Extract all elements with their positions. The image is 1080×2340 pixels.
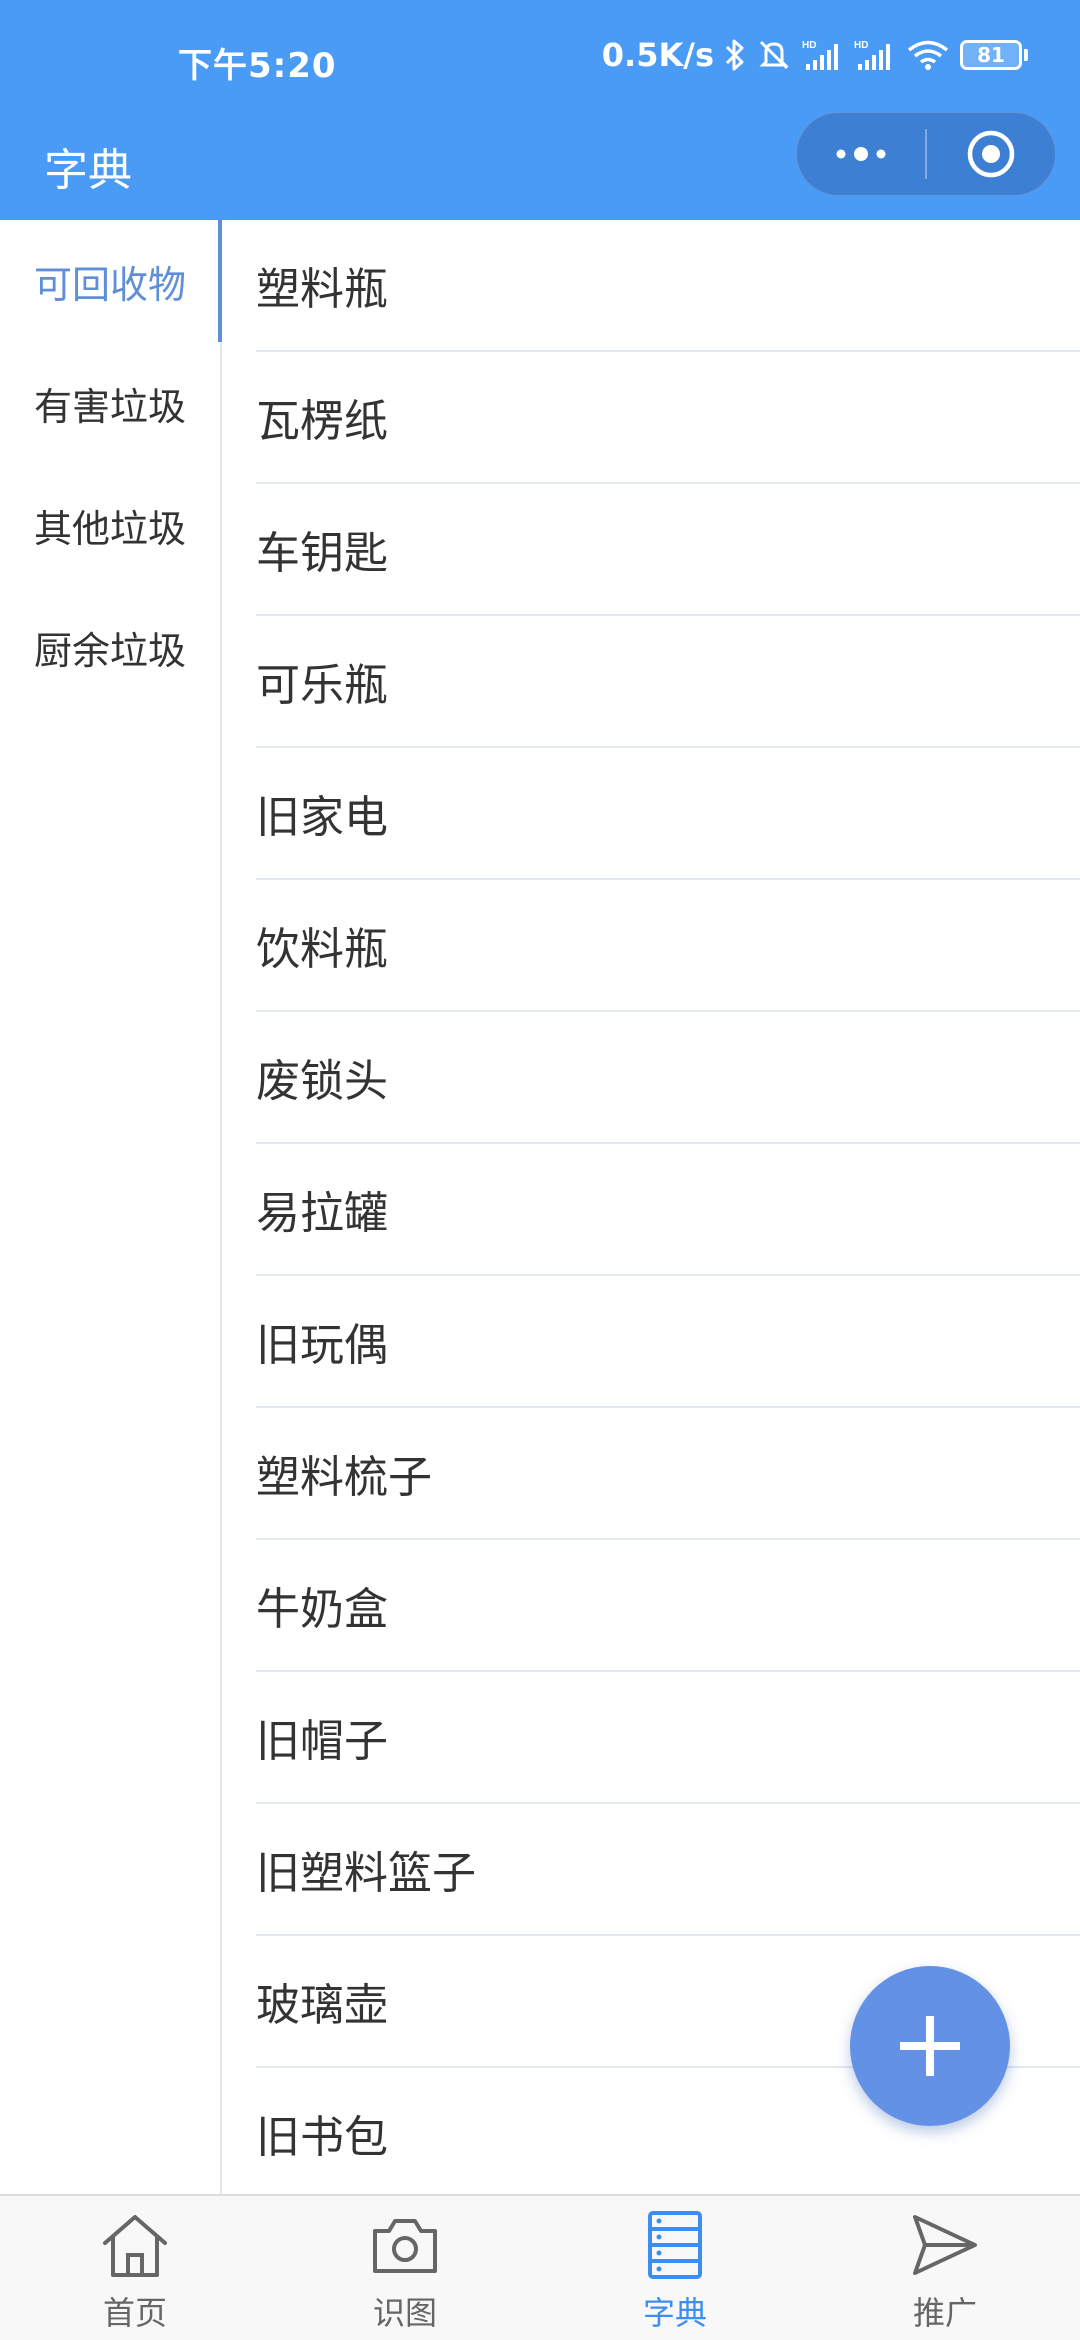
status-time: 下午5:20 [178, 46, 337, 86]
dictionary-icon [638, 2210, 712, 2280]
tab-label: 首页 [102, 2294, 167, 2332]
tab-bar: 首页 识图 字典 推广 [0, 2194, 1080, 2340]
more-dots-icon [836, 147, 886, 161]
sidebar-item-kitchen[interactable]: 厨余垃圾 [0, 586, 220, 708]
home-icon [98, 2210, 172, 2280]
list-item[interactable]: 塑料梳子 [256, 1408, 1080, 1540]
status-bar: 下午5:20 0.5K/s HD HD 81 [0, 0, 1080, 120]
mini-program-capsule [796, 112, 1056, 196]
page-title: 字典 [44, 145, 132, 196]
send-icon [908, 2210, 982, 2280]
sidebar-item-label: 其他垃圾 [34, 506, 187, 551]
sidebar-item-label: 可回收物 [34, 262, 187, 307]
list-item[interactable]: 旧帽子 [256, 1672, 1080, 1804]
tab-share[interactable]: 推广 [810, 2196, 1080, 2340]
list-item[interactable]: 废锁头 [256, 1012, 1080, 1144]
target-icon [967, 130, 1015, 178]
plus-icon [900, 2016, 960, 2076]
list-item[interactable]: 旧塑料篮子 [256, 1804, 1080, 1936]
list-item[interactable]: 易拉罐 [256, 1144, 1080, 1276]
tab-label: 字典 [642, 2294, 707, 2332]
list-item[interactable]: 牛奶盒 [256, 1540, 1080, 1672]
signal-hd-1-icon: HD [802, 38, 844, 72]
tab-dictionary[interactable]: 字典 [540, 2196, 810, 2340]
tab-home[interactable]: 首页 [0, 2196, 270, 2340]
category-sidebar: 可回收物 有害垃圾 其他垃圾 厨余垃圾 [0, 220, 222, 2194]
sidebar-item-label: 厨余垃圾 [34, 628, 187, 673]
mute-bell-icon [756, 38, 792, 72]
svg-text:HD: HD [802, 40, 816, 51]
battery-level: 81 [960, 40, 1022, 70]
bluetooth-icon [724, 38, 746, 72]
svg-text:HD: HD [854, 40, 868, 51]
battery-icon: 81 [960, 40, 1028, 70]
sidebar-item-recyclable[interactable]: 可回收物 [0, 220, 222, 342]
list-item[interactable]: 饮料瓶 [256, 880, 1080, 1012]
tab-label: 推广 [912, 2294, 977, 2332]
wifi-icon [906, 38, 950, 72]
list-item[interactable]: 旧玩偶 [256, 1276, 1080, 1408]
status-indicators: 0.5K/s HD HD 81 [602, 36, 1028, 74]
list-item[interactable]: 可乐瓶 [256, 616, 1080, 748]
signal-hd-2-icon: HD [854, 38, 896, 72]
item-list[interactable]: 塑料瓶 瓦楞纸 车钥匙 可乐瓶 旧家电 饮料瓶 废锁头 易拉罐 旧玩偶 塑料梳子… [224, 220, 1080, 2194]
sidebar-item-hazardous[interactable]: 有害垃圾 [0, 342, 220, 464]
tab-label: 识图 [372, 2294, 437, 2332]
list-item[interactable]: 塑料瓶 [256, 220, 1080, 352]
camera-icon [368, 2210, 442, 2280]
nav-bar: 字典 [0, 112, 1080, 220]
sidebar-item-other[interactable]: 其他垃圾 [0, 464, 220, 586]
list-item[interactable]: 瓦楞纸 [256, 352, 1080, 484]
network-speed: 0.5K/s [601, 36, 714, 74]
add-button[interactable] [850, 1966, 1010, 2126]
sidebar-item-label: 有害垃圾 [34, 384, 187, 429]
more-button[interactable] [797, 112, 925, 196]
list-item[interactable]: 旧家电 [256, 748, 1080, 880]
tab-scan[interactable]: 识图 [270, 2196, 540, 2340]
list-item[interactable]: 车钥匙 [256, 484, 1080, 616]
close-button[interactable] [927, 112, 1055, 196]
